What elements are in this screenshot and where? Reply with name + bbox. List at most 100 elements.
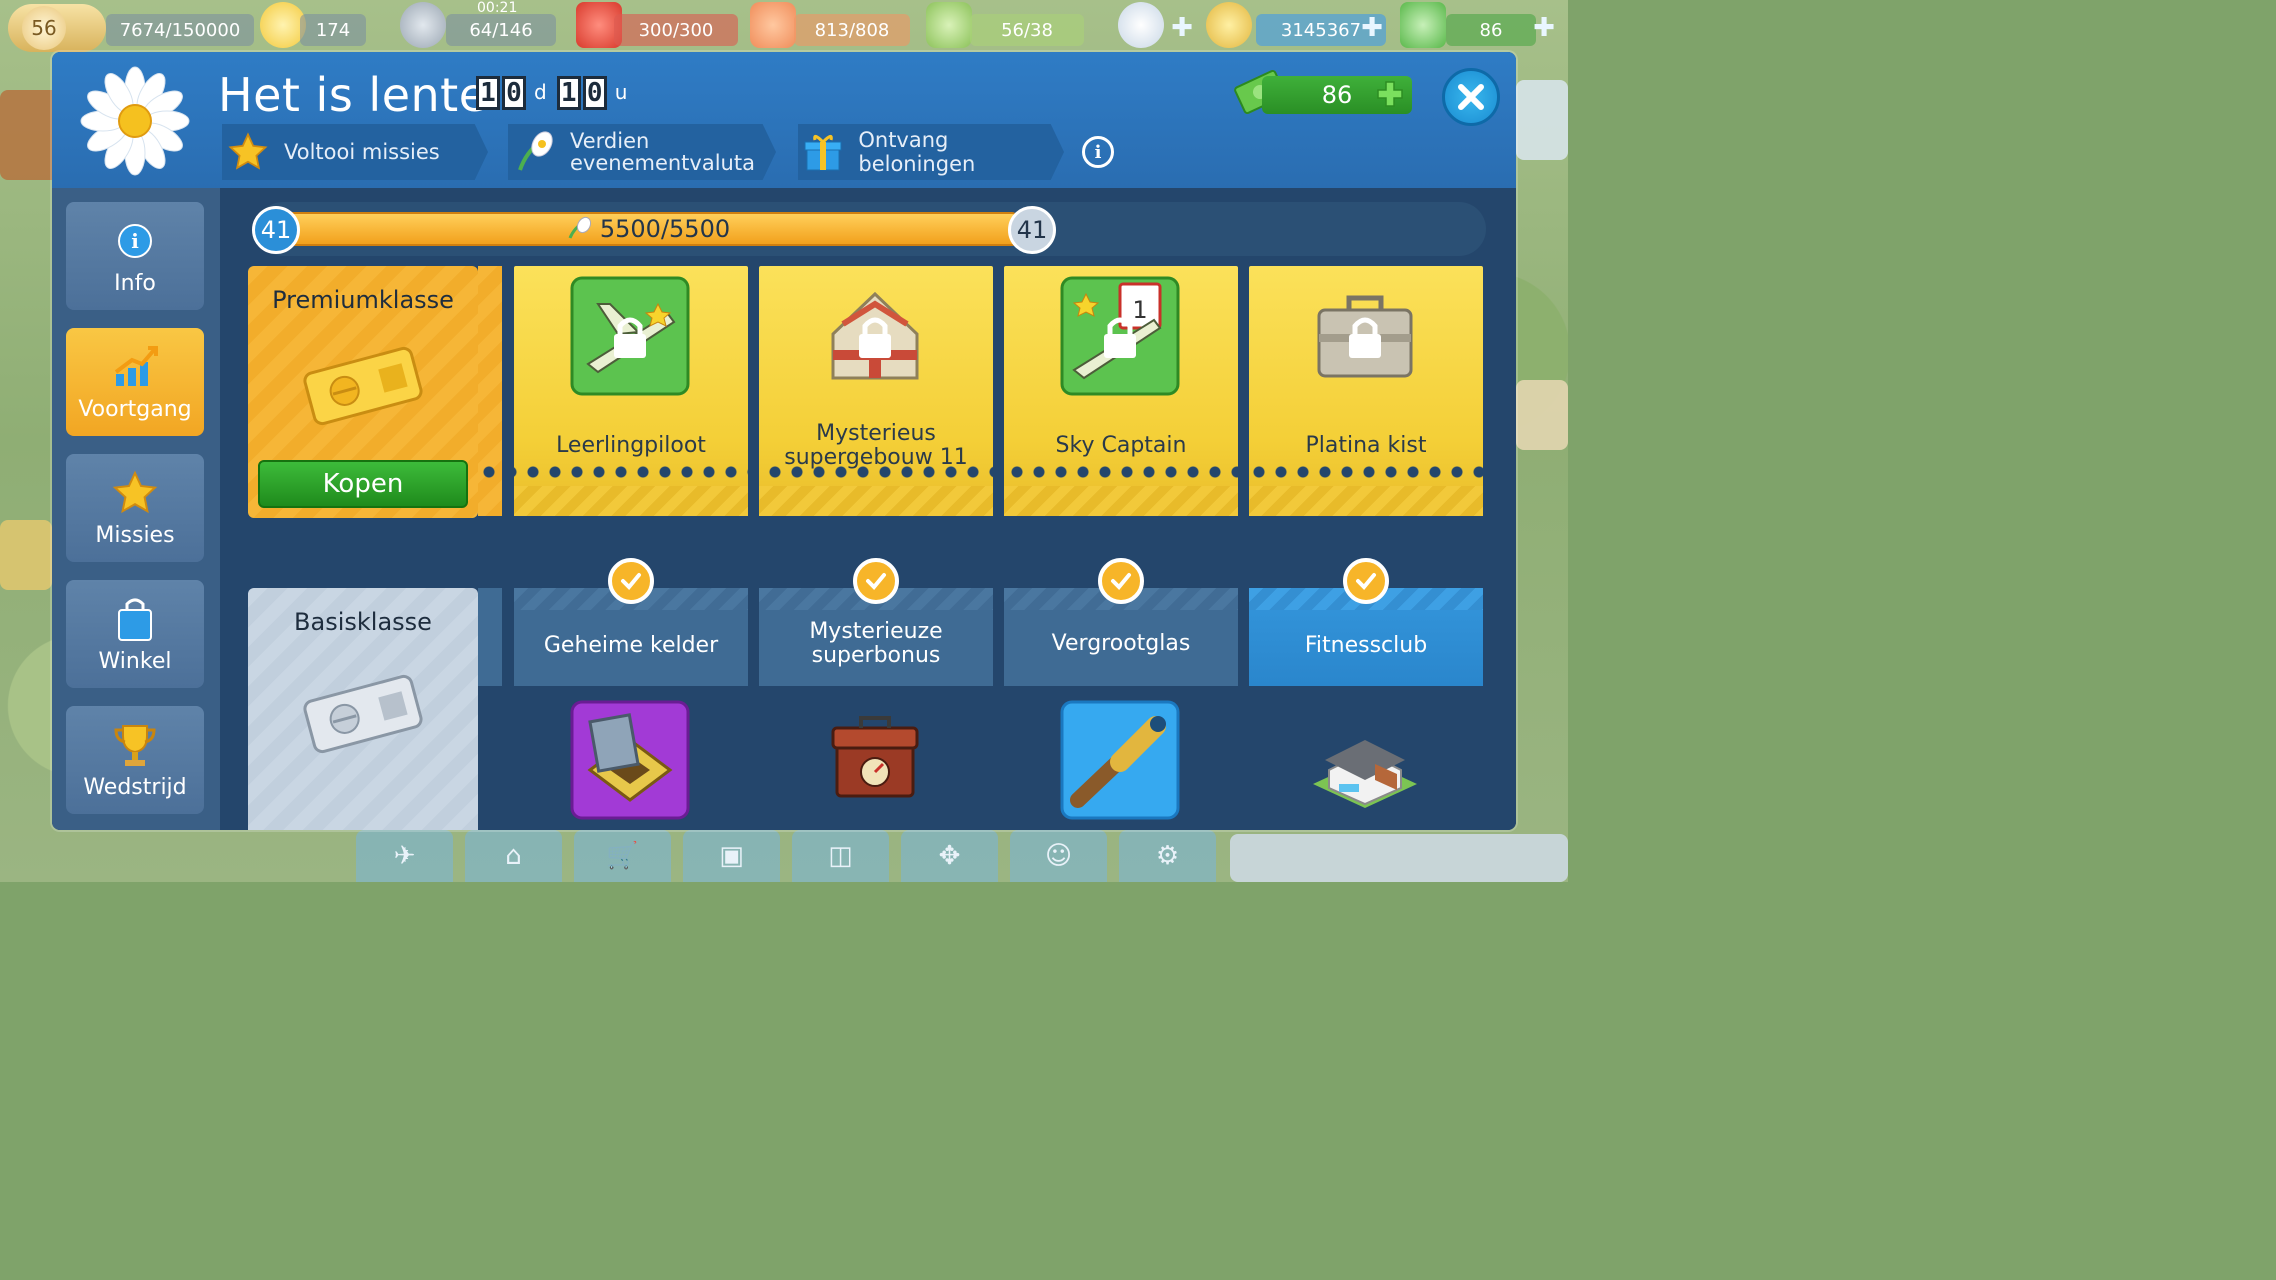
event-timer: 1 0 d 1 0 u [476,76,635,110]
cash-plus-icon[interactable]: ✚ [1530,13,1558,43]
fuel-icon [400,2,446,48]
crate-icon[interactable]: ▣ [683,830,780,882]
info-icon[interactable]: i [1082,136,1114,168]
event-currency-icon [568,216,591,239]
info-icon: i [111,217,159,265]
staff-icon[interactable]: ☺ [1010,830,1107,882]
basic-reward-label: Mysterieuze superbonus [809,619,943,668]
building-sprite [0,520,52,590]
step-complete-missions: Voltooi missies [222,124,488,180]
chest-icon[interactable]: ◫ [792,830,889,882]
step-receive-rewards: Ontvang beloningen [798,124,1064,180]
progress-panel: 5500/5500 41 41 Premiumklasse Kopen Basi… [220,188,1516,830]
basic-reward-label: Geheime kelder [543,633,719,658]
progress-value: 5500/5500 [599,215,731,243]
shop-cart-icon[interactable]: 🛒 [574,830,671,882]
shopping-bag-icon [111,595,159,643]
sidebar-item-info[interactable]: i Info [66,202,204,310]
star-icon [226,130,270,174]
gift-icon [802,130,844,174]
cross-arrows-icon[interactable]: ✥ [901,830,998,882]
claimed-checkmark-icon [608,558,654,604]
sidebar-item-progress[interactable]: Voortgang [66,328,204,436]
premium-class-title: Premiumklasse [272,286,454,314]
previous-basic-card-edge [478,588,502,686]
premium-reward-label: Mysterieus supergebouw 11 [784,421,968,470]
daisy-icon [80,66,190,176]
fuel-counter: 64/146 [446,14,556,46]
bottom-toolbar: ✈ ⌂ 🛒 ▣ ◫ ✥ ☺ ⚙ [356,830,1216,882]
map-icon[interactable]: ✈ [356,830,453,882]
hangar-icon[interactable]: ⌂ [465,830,562,882]
trophy-icon [111,721,159,769]
cargo-icon [750,2,796,48]
add-cash-icon[interactable] [1374,78,1406,110]
close-button[interactable] [1442,68,1500,126]
svg-text:i: i [131,229,139,253]
card-stripes [1004,486,1238,516]
coin-plus-icon[interactable]: ✚ [1358,13,1386,43]
timer-hours-unit: u [614,80,628,104]
premium-reward-label: Sky Captain [1055,433,1187,458]
premium-reward-label: Platina kist [1305,433,1427,458]
card-stripes [759,486,993,516]
secret-cellar-icon [570,700,690,820]
building-sprite [1516,80,1568,160]
card-stripes [514,486,748,516]
building-sprite [1516,380,1568,450]
lock-icon [1349,317,1381,358]
sidebar-item-label: Info [114,270,156,296]
progress-chart-icon [111,343,159,391]
current-level-bubble: 41 [252,206,300,254]
spyglass-icon [1060,700,1180,820]
passenger-counter: 56/38 [970,14,1084,46]
lock-icon [614,317,646,358]
spring-event-modal: Het is lente 1 0 d 1 0 u Voltooi missies… [52,52,1516,830]
basic-class-card: Basisklasse [248,588,478,830]
fitness-club-icon [1313,740,1417,808]
basic-reward-label: Fitnessclub [1304,633,1428,658]
sidebar-item-label: Voortgang [78,396,192,422]
cash-icon [1400,2,1446,48]
sidebar-item-missions[interactable]: Missies [66,454,204,562]
silver-ticket-icon [303,674,423,754]
claimed-checkmark-icon [1343,558,1389,604]
cash-counter: 86 [1446,14,1536,46]
premium-class-card: Premiumklasse Kopen [248,266,478,518]
cargo-counter: 813/808 [794,14,910,46]
gold-ticket-icon [303,346,423,426]
claimed-checkmark-icon [853,558,899,604]
claimed-checkmark-icon [1098,558,1144,604]
sidebar-item-label: Winkel [98,648,172,674]
sidebar-item-shop[interactable]: Winkel [66,580,204,688]
sidebar-item-contest[interactable]: Wedstrijd [66,706,204,814]
basic-reward-label: Vergrootglas [1051,631,1191,656]
event-sidebar: i Info Voortgang Missies Winkel Wedstrij… [52,188,220,830]
event-title: Het is lente [218,68,488,122]
terminal-sprite [1230,834,1568,882]
treasure-chest-icon [831,716,919,798]
passenger-icon [926,2,972,48]
flower-icon [512,130,556,174]
modal-header: Het is lente 1 0 d 1 0 u Voltooi missies… [52,52,1516,188]
progress-bar-fill: 5500/5500 [278,212,1018,246]
close-icon [1458,84,1484,110]
level-badge[interactable]: 56 [8,4,106,52]
settings-gear-icon[interactable]: ⚙ [1119,830,1216,882]
top-hud: 56 7674/150000 174 00:21 64/146 300/300 … [0,0,1568,52]
sidebar-item-label: Wedstrijd [83,774,187,800]
premium-reward-label: Leerlingpiloot [556,433,706,458]
step-label: Verdien evenementvaluta [570,129,755,175]
coin-icon [1206,2,1252,48]
basic-class-title: Basisklasse [294,608,432,636]
timer-digit: 0 [502,76,526,110]
buy-premium-button[interactable]: Kopen [258,460,468,508]
building-sprite [0,90,60,180]
crown-plus-icon[interactable]: ✚ [1168,13,1196,43]
timer-digit: 0 [582,76,607,110]
step-earn-currency: Verdien evenementvaluta [508,124,776,180]
level-number: 56 [22,6,66,50]
sidebar-item-label: Missies [95,522,175,548]
reward-track-dots [478,465,1488,479]
star-icon [111,469,159,517]
